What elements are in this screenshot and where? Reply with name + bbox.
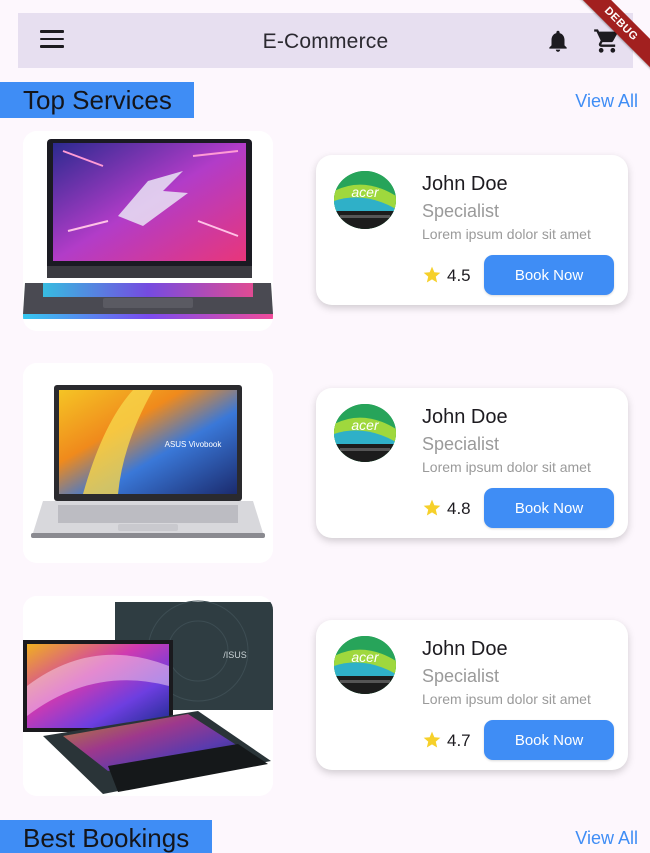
rating-value: 4.5: [447, 266, 471, 285]
zenbook-duo-laptop-image: /ISUS: [23, 596, 273, 796]
vivobook-laptop-image: ASUS Vivobook: [23, 363, 273, 563]
rating-value: 4.8: [447, 499, 471, 518]
specialist-description: Lorem ipsum dolor sit amet: [422, 226, 591, 242]
specialist-role: Specialist: [422, 201, 500, 221]
book-now-button[interactable]: Book Now: [484, 488, 614, 528]
specialist-description: Lorem ipsum dolor sit amet: [422, 459, 591, 475]
specialist-name: John Doe: [422, 173, 508, 195]
book-now-button[interactable]: Book Now: [484, 255, 614, 295]
app-bar: E-Commerce: [18, 13, 633, 68]
svg-text:ASUS Vivobook: ASUS Vivobook: [165, 440, 223, 449]
acer-logo-icon: acer: [334, 636, 396, 694]
section-title-best-bookings: Best Bookings: [0, 820, 212, 853]
view-all-best-bookings-link[interactable]: View All: [575, 828, 638, 849]
svg-text:acer: acer: [351, 649, 380, 665]
specialist-description: Lorem ipsum dolor sit amet: [422, 691, 591, 707]
service-card[interactable]: acer John Doe Specialist Lorem ipsum dol…: [316, 388, 628, 538]
specialist-role: Specialist: [422, 434, 500, 454]
star-icon: [423, 499, 441, 516]
gaming-laptop-image: [23, 131, 273, 331]
book-now-button[interactable]: Book Now: [484, 720, 614, 760]
svg-text:acer: acer: [351, 184, 380, 200]
service-card[interactable]: acer John Doe Specialist Lorem ipsum dol…: [316, 155, 628, 305]
specialist-name: John Doe: [422, 638, 508, 660]
view-all-top-services-link[interactable]: View All: [575, 91, 638, 112]
svg-text:/ISUS: /ISUS: [223, 650, 247, 660]
bell-icon[interactable]: [545, 28, 571, 54]
section-title-top-services: Top Services: [0, 82, 194, 118]
service-card[interactable]: acer John Doe Specialist Lorem ipsum dol…: [316, 620, 628, 770]
app-title: E-Commerce: [262, 30, 389, 53]
svg-text:acer: acer: [351, 417, 380, 433]
star-icon: [423, 731, 441, 748]
specialist-name: John Doe: [422, 406, 508, 428]
rating-value: 4.7: [447, 731, 471, 750]
specialist-role: Specialist: [422, 666, 500, 686]
acer-logo-icon: acer: [334, 404, 396, 462]
acer-logo-icon: acer: [334, 171, 396, 229]
star-icon: [423, 266, 441, 283]
